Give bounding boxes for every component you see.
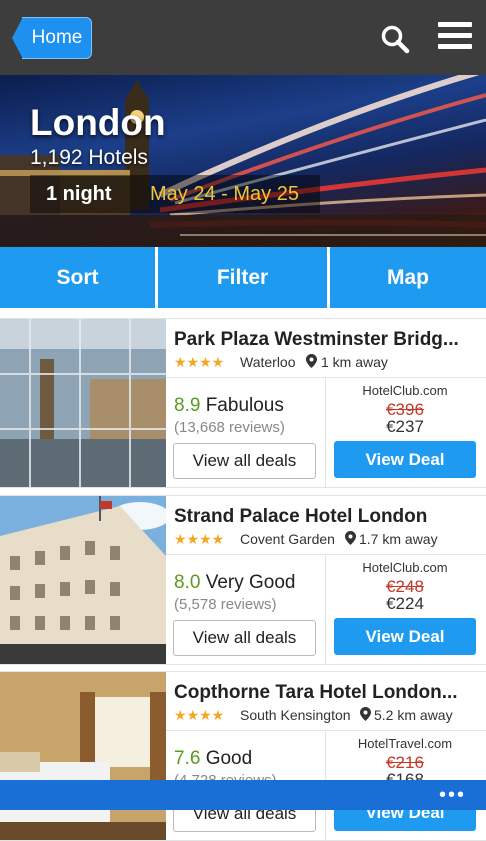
home-button[interactable]: Home bbox=[12, 17, 92, 59]
divider bbox=[166, 377, 486, 378]
map-button[interactable]: Map bbox=[330, 247, 486, 308]
score-text: Very Good bbox=[205, 572, 296, 593]
score-value: 8.9 bbox=[174, 395, 201, 416]
top-bar: Home bbox=[0, 0, 486, 75]
action-bar: Sort Filter Map bbox=[0, 247, 486, 308]
date-selector[interactable]: 1 night May 24 - May 25 bbox=[30, 175, 320, 213]
star-rating: ★★★★ bbox=[174, 531, 225, 547]
hotel-distance: 5.2 km away bbox=[374, 707, 453, 723]
hotel-photo bbox=[0, 672, 166, 840]
review-count: (13,668 reviews) bbox=[174, 419, 285, 436]
date-range: May 24 - May 25 bbox=[150, 183, 299, 205]
city-title: London bbox=[30, 102, 166, 143]
hotel-card[interactable]: Park Plaza Westminster Bridg... ★★★★ Wat… bbox=[0, 318, 486, 488]
view-all-deals-button[interactable]: View all deals bbox=[173, 620, 316, 656]
deal-price: €224 bbox=[386, 594, 424, 613]
hotel-distance: 1.7 km away bbox=[359, 531, 438, 547]
hotel-photo bbox=[0, 319, 166, 487]
sort-button[interactable]: Sort bbox=[0, 247, 155, 308]
hotel-area: Covent Garden bbox=[240, 531, 335, 547]
deal-price: €237 bbox=[386, 417, 424, 436]
hotel-name[interactable]: Copthorne Tara Hotel London... bbox=[174, 682, 479, 704]
hotel-photo bbox=[0, 496, 166, 664]
hotel-count: 1,192 Hotels bbox=[30, 146, 148, 169]
divider bbox=[325, 377, 326, 487]
score-value: 8.0 bbox=[174, 572, 201, 593]
score-text: Fabulous bbox=[205, 395, 284, 416]
guest-score: 8.0 Very Good bbox=[174, 572, 295, 594]
hotel-area: South Kensington bbox=[240, 707, 351, 723]
hotel-name[interactable]: Strand Palace Hotel London bbox=[174, 506, 479, 528]
more-icon[interactable]: ••• bbox=[439, 785, 466, 805]
view-all-deals-button[interactable]: View all deals bbox=[173, 443, 316, 479]
divider bbox=[166, 730, 486, 731]
nights-label: 1 night bbox=[46, 183, 112, 205]
divider bbox=[166, 554, 486, 555]
booking-site: HotelClub.com bbox=[362, 560, 448, 575]
guest-score: 8.9 Fabulous bbox=[174, 395, 284, 417]
view-deal-button[interactable]: View Deal bbox=[334, 618, 476, 655]
bottom-app-bar: ••• bbox=[0, 780, 486, 810]
hotel-name[interactable]: Park Plaza Westminster Bridg... bbox=[174, 329, 479, 351]
hotel-card[interactable]: Copthorne Tara Hotel London... ★★★★ Sout… bbox=[0, 671, 486, 841]
guest-score: 7.6 Good bbox=[174, 748, 252, 770]
location-pin-icon bbox=[360, 707, 371, 724]
filter-button[interactable]: Filter bbox=[158, 247, 327, 308]
booking-site: HotelClub.com bbox=[362, 383, 448, 398]
booking-site: HotelTravel.com bbox=[357, 736, 453, 751]
score-value: 7.6 bbox=[174, 748, 201, 769]
review-count: (5,578 reviews) bbox=[174, 596, 277, 613]
view-deal-button[interactable]: View Deal bbox=[334, 441, 476, 478]
location-pin-icon bbox=[345, 531, 356, 548]
star-rating: ★★★★ bbox=[174, 354, 225, 370]
hotel-distance: 1 km away bbox=[321, 354, 388, 370]
menu-icon[interactable] bbox=[438, 22, 472, 52]
home-button-label: Home bbox=[31, 27, 83, 48]
divider bbox=[325, 554, 326, 664]
search-icon[interactable] bbox=[380, 24, 410, 54]
score-text: Good bbox=[205, 748, 253, 769]
hotel-area: Waterloo bbox=[240, 354, 296, 370]
hotel-card[interactable]: Strand Palace Hotel London ★★★★ Covent G… bbox=[0, 495, 486, 665]
location-pin-icon bbox=[306, 354, 317, 371]
star-rating: ★★★★ bbox=[174, 707, 225, 723]
